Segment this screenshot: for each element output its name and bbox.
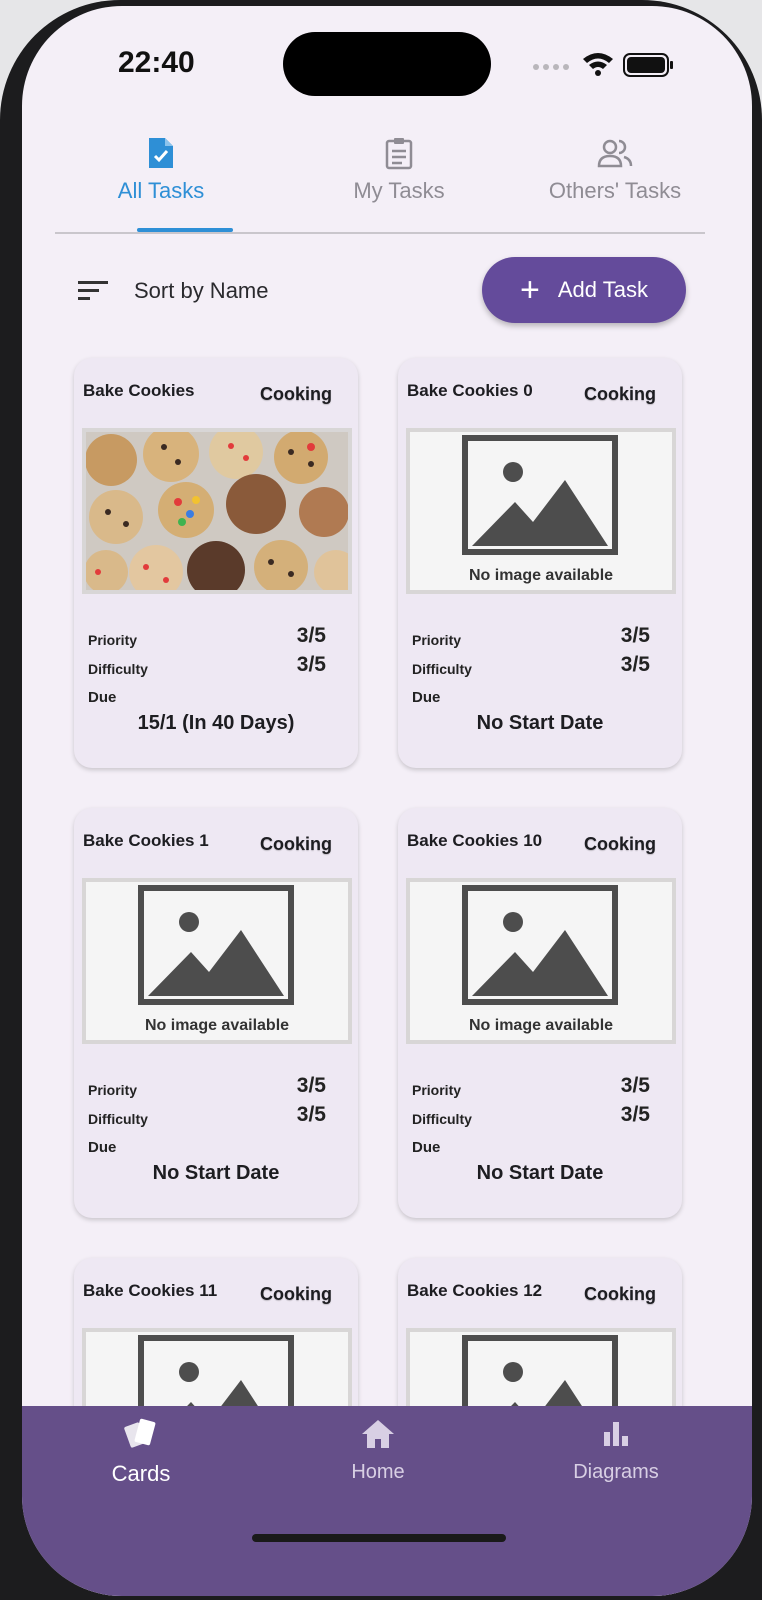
difficulty-value: 3/5: [620, 1103, 650, 1126]
priority-label: Priority: [88, 632, 138, 648]
task-doc-icon: [149, 138, 173, 168]
tab-all-tasks[interactable]: All Tasks: [53, 124, 269, 234]
tab-label: Others' Tasks: [548, 178, 682, 203]
due-value: 15/1 (In 40 Days): [137, 712, 295, 734]
due-value: No Start Date: [476, 712, 604, 734]
due-value: No Start Date: [476, 1162, 604, 1184]
placeholder-image: No image available: [82, 878, 352, 1044]
priority-label: Priority: [412, 632, 462, 648]
difficulty-value: 3/5: [296, 653, 326, 676]
task-category: Cooking: [584, 384, 656, 404]
add-task-label: Add Task: [557, 277, 648, 302]
task-name: Bake Cookies 1: [83, 831, 209, 850]
difficulty-label: Difficulty: [412, 661, 472, 677]
task-image: [82, 428, 352, 594]
task-card[interactable]: Bake Cookies 1 Cooking No image availabl…: [74, 808, 358, 1218]
clipboard-icon: [385, 138, 413, 170]
task-category: Cooking: [260, 1284, 332, 1304]
task-category: Cooking: [260, 384, 332, 404]
plus-icon: +: [520, 271, 540, 309]
no-image-text: No image available: [468, 1017, 614, 1034]
no-image-text: No image available: [144, 1017, 290, 1034]
tab-label: All Tasks: [117, 178, 205, 203]
nav-item-diagrams[interactable]: Diagrams: [516, 1416, 716, 1484]
no-image-text: No image available: [468, 567, 614, 584]
task-name: Bake Cookies 12: [407, 1281, 543, 1300]
bottom-navigation: Cards Home Diagrams: [22, 1406, 752, 1596]
tab-label: My Tasks: [353, 178, 445, 203]
app-screen: 22:40 All Tasks My Tasks Others' Tasks S…: [22, 6, 752, 1596]
add-task-button[interactable]: + Add Task: [482, 257, 686, 323]
placeholder-image: No image available: [406, 878, 676, 1044]
due-label: Due: [88, 1139, 117, 1156]
status-icons: [533, 53, 673, 77]
nav-item-home[interactable]: Home: [278, 1416, 478, 1484]
nav-label: Diagrams: [573, 1461, 659, 1483]
difficulty-label: Difficulty: [88, 661, 148, 677]
home-icon: [362, 1420, 394, 1448]
task-name: Bake Cookies 0: [407, 381, 533, 400]
priority-value: 3/5: [296, 1074, 326, 1097]
cellular-signal-icon: [533, 64, 569, 70]
priority-label: Priority: [88, 1082, 138, 1098]
cookies-photo: [86, 432, 348, 590]
wifi-icon: [583, 53, 613, 76]
tab-divider: [55, 232, 705, 234]
bar-chart-icon: [604, 1422, 628, 1446]
difficulty-label: Difficulty: [88, 1111, 148, 1127]
due-value: No Start Date: [152, 1162, 280, 1184]
difficulty-value: 3/5: [296, 1103, 326, 1126]
status-time: 22:40: [118, 46, 195, 79]
nav-label: Cards: [111, 1461, 171, 1486]
task-category: Cooking: [584, 834, 656, 854]
sort-button[interactable]: Sort by Name: [78, 271, 269, 311]
battery-icon: [623, 53, 673, 77]
cards-icon: [124, 1418, 156, 1448]
task-card[interactable]: Bake Cookies Cooking Priority 3/5 Diffic…: [74, 358, 358, 768]
difficulty-label: Difficulty: [412, 1111, 472, 1127]
placeholder-image: No image available: [406, 428, 676, 594]
priority-label: Priority: [412, 1082, 462, 1098]
nav-label: Home: [351, 1461, 405, 1483]
people-icon: [597, 139, 633, 168]
dynamic-island: [283, 32, 491, 96]
sort-icon: [78, 281, 108, 300]
task-name: Bake Cookies 10: [407, 831, 543, 850]
priority-value: 3/5: [296, 624, 326, 647]
priority-value: 3/5: [620, 624, 650, 647]
due-label: Due: [88, 689, 117, 706]
nav-item-cards[interactable]: Cards: [41, 1416, 241, 1487]
sort-label: Sort by Name: [134, 278, 269, 303]
task-tabs: All Tasks My Tasks Others' Tasks: [55, 124, 705, 234]
home-indicator: [252, 1534, 506, 1542]
task-category: Cooking: [584, 1284, 656, 1304]
difficulty-value: 3/5: [620, 653, 650, 676]
task-name: Bake Cookies: [83, 381, 195, 400]
task-name: Bake Cookies 11: [83, 1281, 218, 1300]
tab-others-tasks[interactable]: Others' Tasks: [507, 124, 723, 234]
task-card[interactable]: Bake Cookies 10 Cooking No image availab…: [398, 808, 682, 1218]
task-card[interactable]: Bake Cookies 0 Cooking No image availabl…: [398, 358, 682, 768]
tab-my-tasks[interactable]: My Tasks: [291, 124, 507, 234]
priority-value: 3/5: [620, 1074, 650, 1097]
task-category: Cooking: [260, 834, 332, 854]
due-label: Due: [412, 689, 441, 706]
due-label: Due: [412, 1139, 441, 1156]
